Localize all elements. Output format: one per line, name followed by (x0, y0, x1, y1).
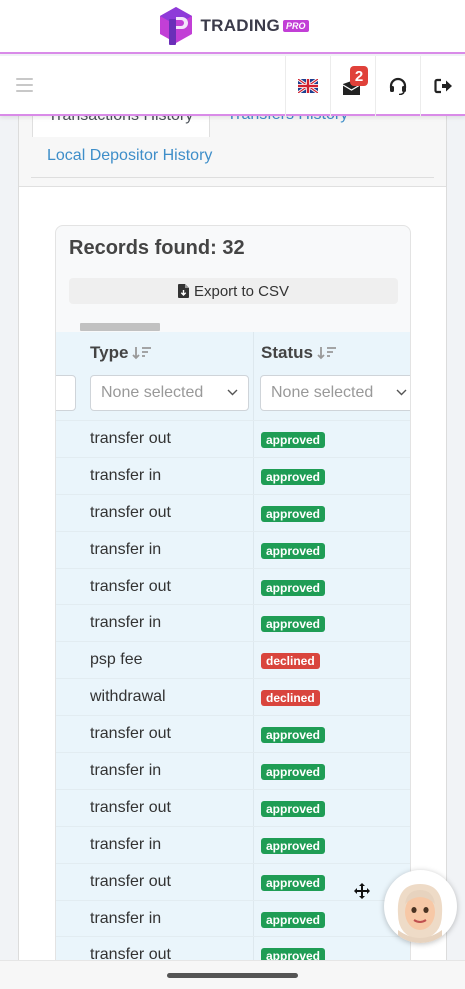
column-header-status-label: Status (261, 343, 313, 362)
move-arrows-icon[interactable] (353, 882, 371, 900)
type-cell: transfer out (90, 503, 171, 521)
type-cell: transfer out (90, 725, 171, 743)
status-badge: approved (261, 837, 326, 854)
logout-button[interactable] (420, 56, 465, 116)
tabs-divider (31, 177, 434, 178)
status-badge: approved (261, 542, 326, 559)
table-row: transfer in approved (56, 899, 410, 937)
table-row: transfer in approved (56, 825, 410, 863)
support-avatar-icon[interactable] (384, 870, 457, 943)
sort-icon (317, 347, 336, 360)
table-row: transfer in approved (56, 604, 410, 641)
column-header-type[interactable]: Type (90, 343, 152, 363)
table-row: transfer out approved (56, 567, 410, 605)
type-cell: transfer out (90, 577, 171, 595)
records-count-title: Records found: 32 (69, 237, 245, 259)
table-row: transfer out approved (56, 420, 410, 457)
status-badge: approved (261, 432, 326, 448)
type-cell: transfer in (90, 614, 162, 632)
table-row: transfer in approved (56, 456, 410, 494)
status-badge: approved (261, 727, 326, 744)
tab-local-depositor-history[interactable]: Local Depositor History (47, 147, 212, 165)
type-cell: psp fee (90, 651, 143, 669)
headset-icon (389, 77, 407, 95)
type-cell: transfer in (90, 909, 162, 927)
table-row: transfer out approved (56, 788, 410, 826)
table-row: transfer out approved (56, 715, 410, 752)
chevron-down-icon (227, 389, 238, 396)
type-cell: transfer in (90, 762, 162, 780)
type-cell: transfer in (90, 466, 162, 484)
content-card: Transactions History Transfers History L… (18, 80, 447, 989)
support-button[interactable] (375, 56, 420, 116)
table-row: withdrawal declined (56, 678, 410, 715)
type-cell: transfer out (90, 798, 171, 816)
export-csv-button[interactable]: Export to CSV (69, 278, 398, 304)
brand-name: TRADING (200, 16, 281, 35)
status-badge: approved (261, 764, 326, 781)
table-row: transfer out approved (56, 493, 410, 531)
type-cell: withdrawal (90, 688, 166, 706)
status-badge: declined (261, 690, 320, 707)
top-icons: 2 (285, 56, 465, 116)
top-navbar: 2 (0, 56, 465, 116)
table-row: transfer in approved (56, 530, 410, 568)
status-badge: approved (261, 874, 326, 891)
chevron-down-icon (396, 389, 407, 396)
type-cell: transfer out (90, 872, 171, 890)
status-filter-select[interactable]: None selected (260, 375, 410, 411)
export-csv-label: Export to CSV (193, 282, 290, 300)
hamburger-icon[interactable] (16, 78, 33, 92)
type-filter-select[interactable]: None selected (90, 375, 249, 411)
home-indicator[interactable] (167, 973, 298, 978)
column-header-status[interactable]: Status (261, 343, 337, 363)
status-badge: declined (261, 653, 320, 670)
type-cell: transfer in (90, 835, 162, 853)
brand-logo-icon (156, 5, 196, 47)
type-cell: transfer in (90, 540, 162, 558)
type-filter-value: None selected (101, 384, 204, 401)
language-button[interactable] (285, 56, 330, 116)
brand-tag: PRO (283, 20, 309, 32)
status-badge: approved (261, 468, 326, 485)
messages-count-badge: 2 (350, 66, 368, 86)
brand-logo[interactable]: TRADING PRO (156, 5, 309, 47)
file-export-icon (177, 284, 189, 298)
table-row: psp fee declined (56, 641, 410, 678)
status-badge: approved (261, 505, 326, 522)
status-badge: approved (261, 911, 326, 928)
status-badge: approved (261, 616, 326, 633)
sort-icon (132, 347, 152, 360)
status-badge: approved (261, 800, 326, 817)
status-filter-value: None selected (271, 384, 374, 401)
uk-flag-icon (298, 79, 318, 93)
type-cell: transfer out (90, 430, 171, 447)
messages-button[interactable]: 2 (330, 56, 375, 116)
table-row: transfer in approved (56, 752, 410, 789)
bottom-system-bar (0, 960, 465, 989)
status-badge: approved (261, 579, 326, 596)
horizontal-scrollbar[interactable] (80, 323, 160, 331)
logout-icon (433, 78, 452, 94)
logo-bar: TRADING PRO (0, 0, 465, 54)
filter-select-previous-column[interactable] (56, 375, 76, 411)
column-header-type-label: Type (90, 343, 129, 362)
records-panel: Records found: 32 Export to CSV Type Sta… (55, 225, 411, 989)
